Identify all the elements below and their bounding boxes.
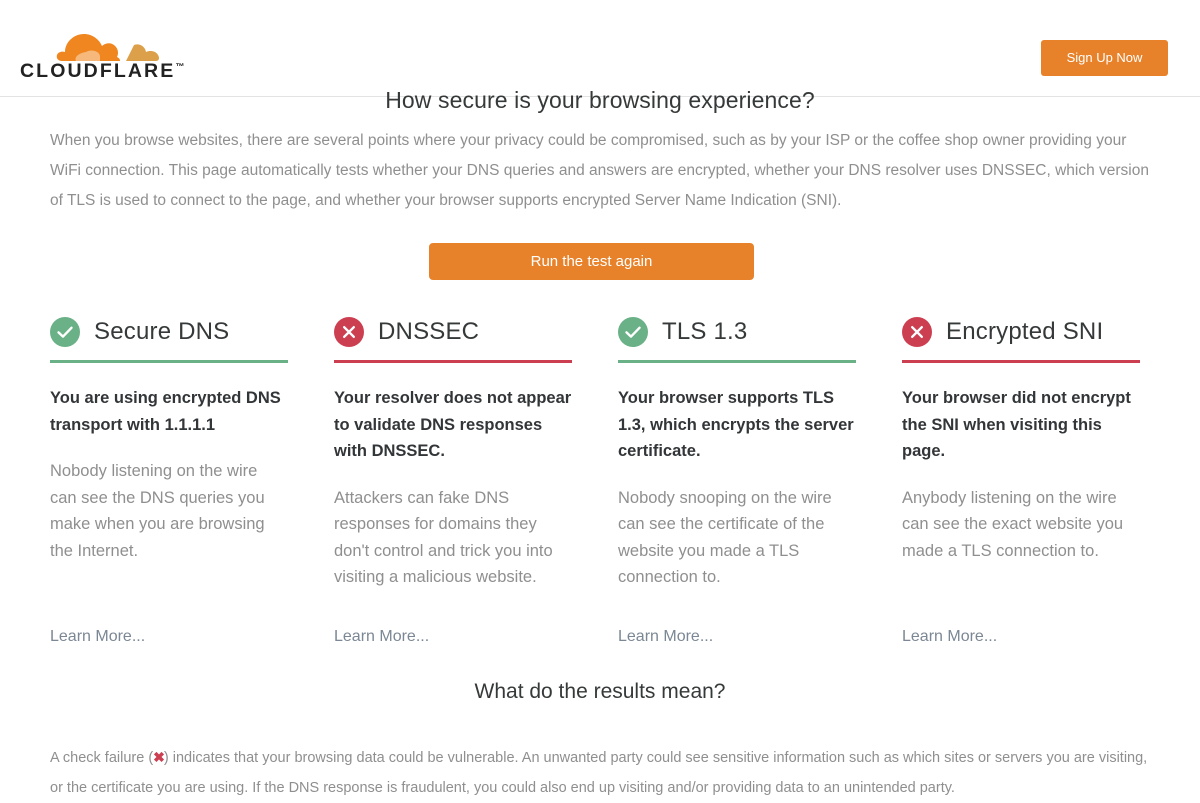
results-meaning-title: What do the results mean? xyxy=(474,680,726,703)
learn-more-link[interactable]: Learn More... xyxy=(50,628,145,646)
cloudflare-wordmark: CLOUDFLARE™ xyxy=(20,60,184,83)
result-card-secure-dns: Secure DNS You are using encrypted DNS t… xyxy=(50,312,288,645)
result-card-encrypted-sni: Encrypted SNI Your browser did not encry… xyxy=(902,312,1140,645)
x-mark-icon: ✖ xyxy=(153,749,165,765)
card-title: Secure DNS xyxy=(94,318,230,345)
card-detail: Nobody listening on the wire can see the… xyxy=(50,462,265,560)
cloudflare-cloud-icon xyxy=(56,34,160,61)
page-header: CLOUDFLARE™ Sign Up Now xyxy=(0,0,1200,97)
note-text-before: A check failure ( xyxy=(50,750,154,766)
x-circle-icon xyxy=(902,317,932,347)
result-card-dnssec: DNSSEC Your resolver does not appear to … xyxy=(334,312,572,645)
card-header: Encrypted SNI xyxy=(902,312,1140,352)
card-summary: Your browser supports TLS 1.3, which enc… xyxy=(618,389,854,460)
page-title: How secure is your browsing experience? xyxy=(385,87,815,113)
card-summary: Your resolver does not appear to validat… xyxy=(334,389,572,460)
card-status-rule xyxy=(618,360,856,363)
results-grid: Secure DNS You are using encrypted DNS t… xyxy=(50,312,1150,645)
card-title: Encrypted SNI xyxy=(946,318,1104,345)
card-title: TLS 1.3 xyxy=(662,318,748,345)
learn-more-link[interactable]: Learn More... xyxy=(902,628,997,646)
card-status-rule xyxy=(902,360,1140,363)
card-title: DNSSEC xyxy=(378,318,480,345)
x-circle-icon xyxy=(334,317,364,347)
learn-more-link[interactable]: Learn More... xyxy=(334,628,429,646)
card-header: Secure DNS xyxy=(50,312,288,352)
sign-up-now-button[interactable]: Sign Up Now xyxy=(1041,40,1168,76)
learn-more-link[interactable]: Learn More... xyxy=(618,628,713,646)
result-card-tls-13: TLS 1.3 Your browser supports TLS 1.3, w… xyxy=(618,312,856,645)
check-circle-icon xyxy=(618,317,648,347)
intro-paragraph: When you browse websites, there are seve… xyxy=(50,132,1149,209)
card-header: TLS 1.3 xyxy=(618,312,856,352)
logo-text: CLOUDFLARE xyxy=(20,60,176,82)
check-circle-icon xyxy=(50,317,80,347)
results-meaning-note: A check failure (✖) indicates that your … xyxy=(50,742,1150,803)
run-the-test-again-button[interactable]: Run the test again xyxy=(429,243,754,280)
card-detail: Anybody listening on the wire can see th… xyxy=(902,488,1124,560)
card-summary: You are using encrypted DNS transport wi… xyxy=(50,389,281,434)
card-status-rule xyxy=(334,360,572,363)
card-detail: Attackers can fake DNS responses for dom… xyxy=(334,488,553,587)
card-status-rule xyxy=(50,360,288,363)
card-header: DNSSEC xyxy=(334,312,572,352)
card-detail: Nobody snooping on the wire can see the … xyxy=(618,488,832,587)
trademark-symbol: ™ xyxy=(175,61,185,72)
cloudflare-logo: CLOUDFLARE™ xyxy=(20,28,184,82)
note-text-after: ) indicates that your browsing data coul… xyxy=(50,750,1148,796)
card-summary: Your browser did not encrypt the SNI whe… xyxy=(902,389,1131,460)
